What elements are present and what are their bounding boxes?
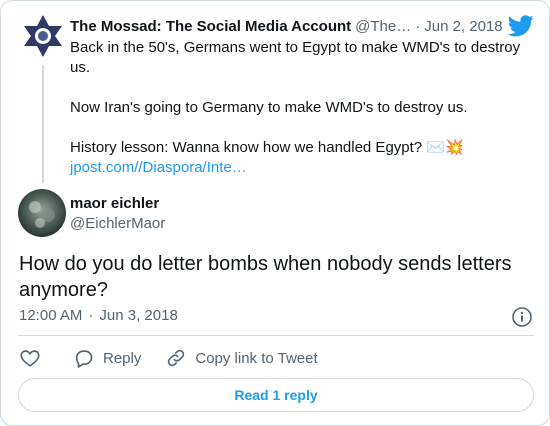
reply-author-avatar[interactable] bbox=[18, 189, 66, 237]
parent-text-line1: Back in the 50's, Germans went to Egypt … bbox=[70, 39, 521, 76]
parent-tweet-date[interactable]: Jun 2, 2018 bbox=[424, 17, 502, 37]
twitter-bird-icon[interactable] bbox=[507, 15, 534, 37]
header-separator: · bbox=[415, 18, 421, 35]
reply-button[interactable]: Reply bbox=[73, 347, 141, 369]
meta-separator: · bbox=[88, 307, 94, 324]
tweet-time[interactable]: 12:00 AM bbox=[19, 306, 82, 326]
read-replies-button[interactable]: Read 1 reply bbox=[18, 378, 534, 412]
parent-author-name[interactable]: The Mossad: The Social Media Account bbox=[70, 17, 351, 37]
envelope-explosion-emoji: ✉️💥 bbox=[426, 139, 464, 156]
parent-text-line3-text: History lesson: Wanna know how we handle… bbox=[70, 139, 423, 156]
parent-text-line3: History lesson: Wanna know how we handle… bbox=[70, 138, 530, 158]
tweet-card: The Mossad: The Social Media Account @Th… bbox=[0, 0, 550, 426]
reply-bubble-icon bbox=[75, 350, 93, 368]
copy-link-button[interactable]: Copy link to Tweet bbox=[165, 347, 318, 369]
thread-line bbox=[42, 65, 44, 183]
parent-tweet-header: The Mossad: The Social Media Account @Th… bbox=[70, 17, 510, 37]
tweet-timestamp[interactable]: 12:00 AM · Jun 3, 2018 bbox=[19, 306, 178, 326]
parent-text-line2: Now Iran's going to Germany to make WMD'… bbox=[70, 99, 468, 116]
parent-author-handle[interactable]: @The… bbox=[355, 17, 411, 37]
link-icon bbox=[168, 349, 185, 367]
actions-divider bbox=[18, 335, 534, 336]
reply-tweet-text: How do you do letter bombs when nobody s… bbox=[19, 253, 512, 301]
mossad-avatar[interactable] bbox=[20, 13, 66, 59]
parent-tweet-body: Back in the 50's, Germans went to Egypt … bbox=[70, 38, 530, 178]
tweet-date[interactable]: Jun 3, 2018 bbox=[99, 306, 177, 326]
parent-link[interactable]: jpost.com//Diaspora/Inte… bbox=[70, 159, 247, 176]
like-button[interactable] bbox=[19, 347, 49, 369]
copy-link-label: Copy link to Tweet bbox=[195, 349, 318, 367]
info-icon[interactable] bbox=[511, 306, 533, 328]
tweet-actions: Reply Copy link to Tweet bbox=[19, 346, 342, 370]
reply-label: Reply bbox=[103, 349, 142, 367]
heart-icon bbox=[20, 350, 40, 367]
reply-author-name[interactable]: maor eichler bbox=[70, 194, 159, 214]
reply-author-handle[interactable]: @EichlerMaor bbox=[70, 214, 165, 234]
